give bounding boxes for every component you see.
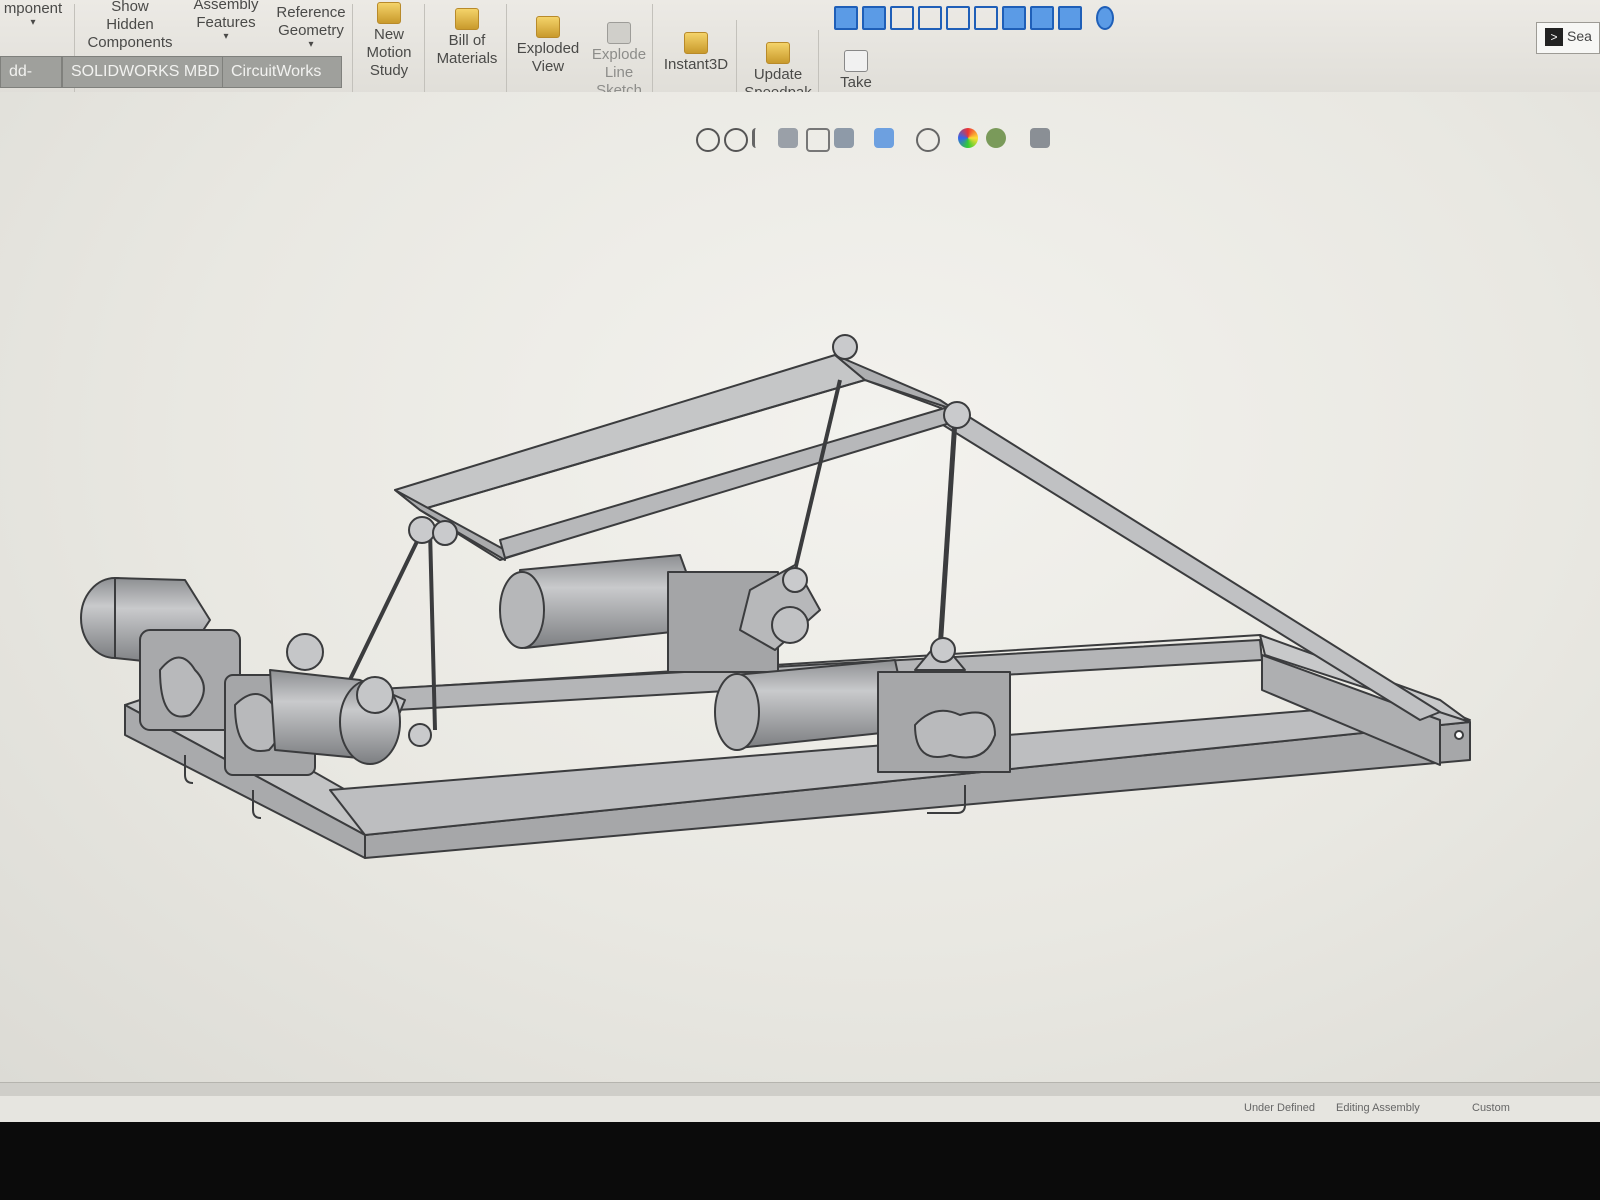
status-bar: Under Defined Editing Assembly Custom bbox=[0, 1096, 1600, 1122]
assembly-model[interactable] bbox=[0, 0, 1600, 1200]
status-mode: Editing Assembly bbox=[1336, 1102, 1420, 1114]
horizontal-scrollbar[interactable] bbox=[0, 1082, 1600, 1097]
monitor-bezel bbox=[0, 1122, 1600, 1200]
model-geometry bbox=[80, 334, 1471, 859]
units-selector[interactable]: Custom bbox=[1472, 1102, 1510, 1114]
status-definition: Under Defined bbox=[1244, 1102, 1315, 1114]
